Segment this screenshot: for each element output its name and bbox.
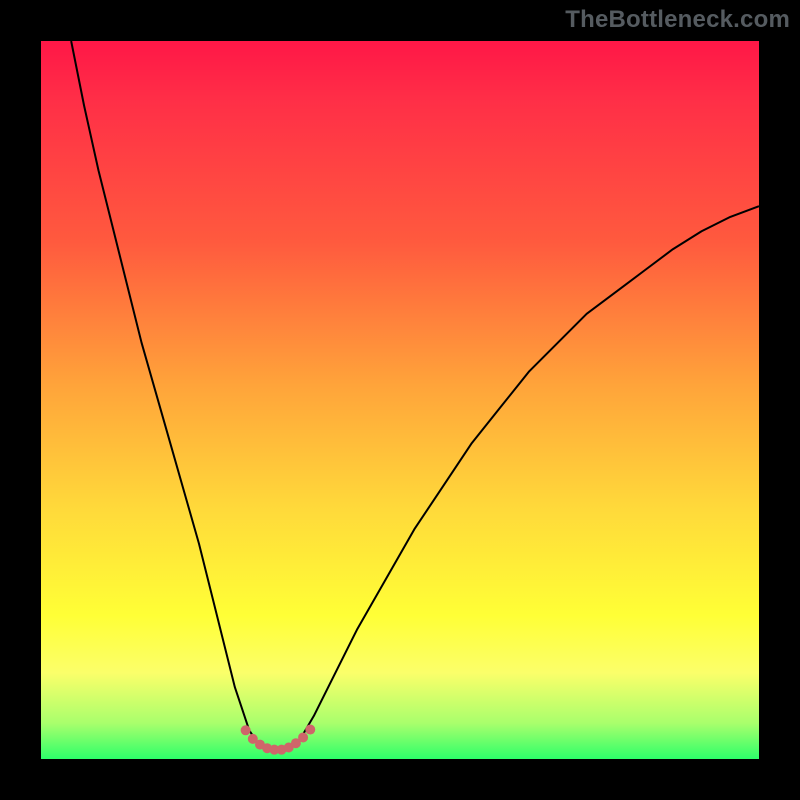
marker-group	[241, 725, 316, 755]
bottleneck-curve	[71, 41, 759, 752]
valley-marker	[241, 725, 251, 735]
attribution-text: TheBottleneck.com	[565, 6, 790, 34]
valley-marker	[298, 732, 308, 742]
chart-svg	[41, 41, 759, 759]
curve-group	[71, 41, 759, 752]
plot-area	[41, 41, 759, 759]
chart-frame: TheBottleneck.com	[0, 0, 800, 800]
valley-marker	[305, 725, 315, 735]
